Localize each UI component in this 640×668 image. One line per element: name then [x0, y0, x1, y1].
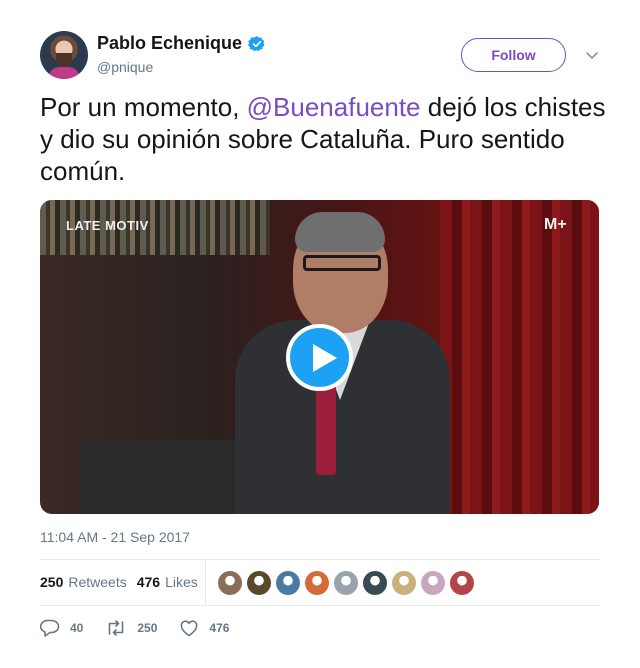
play-icon — [313, 344, 337, 372]
avatar-shirt — [48, 67, 80, 79]
liker-avatar[interactable] — [247, 571, 271, 595]
mention-link[interactable]: @Buenafuente — [247, 92, 421, 122]
author-name-row: Pablo Echenique — [97, 33, 266, 54]
divider-top — [40, 559, 600, 560]
liker-avatar[interactable] — [450, 571, 474, 595]
chevron-down-icon[interactable] — [584, 47, 600, 63]
play-button[interactable] — [286, 324, 353, 391]
liker-avatar[interactable] — [421, 571, 445, 595]
liker-avatar[interactable] — [276, 571, 300, 595]
like-count: 476 — [209, 621, 230, 635]
tweet-actions: 40 250 476 — [40, 619, 251, 637]
video-person-glasses — [303, 255, 381, 271]
author-name[interactable]: Pablo Echenique — [97, 33, 242, 54]
channel-logo: M+ — [544, 216, 567, 233]
video-player[interactable]: LATE MOTIV M+ — [40, 200, 599, 514]
divider-bottom — [40, 605, 600, 606]
author-avatar[interactable] — [40, 31, 88, 79]
liker-avatar[interactable] — [218, 571, 242, 595]
tweet-text-start: Por un momento, — [40, 92, 247, 122]
engagement-stats: 250 Retweets 476 Likes — [40, 574, 208, 590]
author-handle[interactable]: @pnique — [97, 59, 153, 75]
heart-icon — [181, 620, 198, 637]
tweet-timestamp[interactable]: 11:04 AM - 21 Sep 2017 — [40, 529, 190, 545]
follow-button[interactable]: Follow — [461, 38, 566, 72]
liker-avatar[interactable] — [392, 571, 416, 595]
video-background-curtain — [440, 200, 599, 514]
reply-icon — [40, 619, 60, 637]
likes-count[interactable]: 476 — [137, 574, 160, 590]
retweets-label[interactable]: Retweets — [68, 574, 126, 590]
liker-avatar[interactable] — [305, 571, 329, 595]
video-person-hair — [295, 212, 385, 252]
likes-label[interactable]: Likes — [165, 574, 198, 590]
retweet-button[interactable]: 250 — [105, 619, 157, 637]
reply-button[interactable]: 40 — [40, 619, 83, 637]
liker-avatar[interactable] — [334, 571, 358, 595]
liker-avatars — [218, 571, 474, 595]
like-button[interactable]: 476 — [179, 619, 229, 637]
stats-separator — [205, 560, 206, 606]
tweet-card: Pablo Echenique @pnique Follow Por un mo… — [0, 0, 640, 668]
tweet-text: Por un momento, @Buenafuente dejó los ch… — [40, 91, 610, 187]
reply-count: 40 — [70, 621, 84, 635]
show-logo: LATE MOTIV — [66, 218, 149, 233]
retweets-count[interactable]: 250 — [40, 574, 63, 590]
retweet-icon — [109, 620, 124, 636]
retweet-count: 250 — [137, 621, 158, 635]
liker-avatar[interactable] — [363, 571, 387, 595]
verified-badge-icon — [248, 35, 265, 51]
avatar-beard — [56, 53, 72, 67]
